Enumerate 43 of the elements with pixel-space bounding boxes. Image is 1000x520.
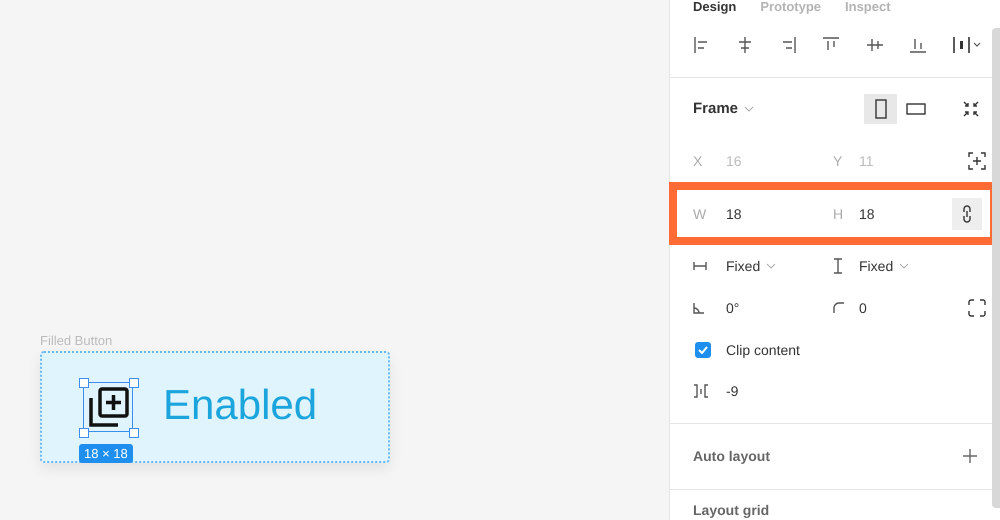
w-label: W xyxy=(693,206,708,222)
button-label: Enabled xyxy=(163,381,318,429)
section-title[interactable]: Layout grid xyxy=(693,502,770,518)
width-field[interactable]: 18 xyxy=(726,206,833,222)
resize-handle[interactable] xyxy=(129,378,139,388)
rotation-field[interactable]: 0° xyxy=(726,300,833,316)
spacing-field[interactable]: -9 xyxy=(726,383,833,400)
x-label: X xyxy=(693,152,704,169)
clip-content-label: Clip content xyxy=(726,342,800,358)
frame-title[interactable]: Frame xyxy=(693,100,738,118)
section-title[interactable]: Auto layout xyxy=(693,448,770,464)
size-badge: 18 × 18 xyxy=(79,444,133,463)
add-to-stack-icon xyxy=(88,386,130,428)
panel-tab[interactable]: Design xyxy=(693,0,736,14)
collapse-arrows-icon[interactable] xyxy=(962,100,980,118)
plus-icon[interactable] xyxy=(962,448,978,464)
horizontal-constraint-dropdown[interactable]: Fixed xyxy=(726,258,760,274)
scrollbar[interactable] xyxy=(992,28,1000,508)
align-bottom-icon[interactable] xyxy=(908,36,927,54)
portrait-icon xyxy=(874,98,886,119)
height-field[interactable]: 18 xyxy=(859,206,944,222)
portrait-button[interactable] xyxy=(864,94,897,124)
corner-radius-icon[interactable] xyxy=(833,302,845,314)
constrain-proportions-button[interactable] xyxy=(952,198,982,230)
y-label: Y xyxy=(833,152,844,169)
link-icon xyxy=(962,204,972,224)
horizontal-resize-icon[interactable] xyxy=(693,261,707,272)
spacing-icon[interactable] xyxy=(693,384,709,398)
independent-corners-icon[interactable] xyxy=(968,298,986,317)
vertical-resize-icon[interactable] xyxy=(833,258,843,274)
distribute-dropdown-icon[interactable] xyxy=(952,36,982,54)
checkmark-icon xyxy=(698,346,708,354)
resize-handle[interactable] xyxy=(79,428,89,438)
clip-content-checkbox[interactable] xyxy=(695,342,711,358)
resize-handle[interactable] xyxy=(129,428,139,438)
resize-handle[interactable] xyxy=(79,378,89,388)
rotation-icon[interactable] xyxy=(693,302,705,314)
add-absolute-position-icon[interactable] xyxy=(968,152,986,170)
corner-radius-field[interactable]: 0 xyxy=(859,300,954,316)
frame-label: Filled Button xyxy=(40,333,112,348)
vertical-constraint-dropdown[interactable]: Fixed xyxy=(859,258,894,274)
landscape-icon xyxy=(906,102,926,115)
h-label: H xyxy=(833,206,844,222)
